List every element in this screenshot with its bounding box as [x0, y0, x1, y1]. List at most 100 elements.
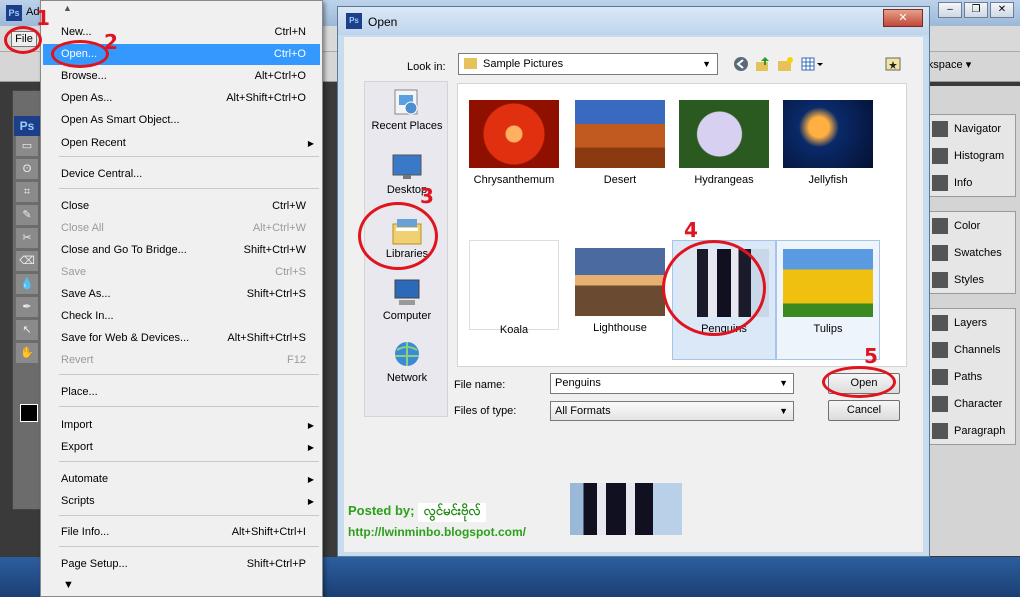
menu-item-shortcut: Ctrl+S	[275, 266, 306, 278]
menu-item-shortcut: Ctrl+O	[273, 48, 306, 60]
menu-item-file-info[interactable]: File Info... Alt+Shift+Ctrl+I	[43, 522, 320, 543]
menu-item-automate[interactable]: Automate ▶	[43, 469, 320, 490]
panel-swatches[interactable]: Swatches	[926, 239, 1015, 266]
back-arrow-icon[interactable]	[732, 56, 750, 74]
bridge-icon[interactable]	[884, 56, 902, 74]
koala-image	[469, 240, 559, 330]
panel-group-navigation: Navigator Histogram Info	[925, 114, 1016, 197]
place-desktop[interactable]: Desktop	[365, 152, 449, 196]
file-name-label: Desert	[603, 174, 637, 186]
new-folder-icon[interactable]	[776, 56, 794, 74]
panel-info[interactable]: Info	[926, 169, 1015, 196]
cancel-button[interactable]: Cancel	[828, 400, 900, 421]
panel-paragraph[interactable]: Paragraph	[926, 417, 1015, 444]
panel-navigator[interactable]: Navigator	[926, 115, 1015, 142]
menu-item-shortcut: Alt+Shift+Ctrl+S	[227, 332, 306, 344]
panel-histogram[interactable]: Histogram	[926, 142, 1015, 169]
styles-icon	[932, 271, 948, 288]
file-type-select[interactable]: All Formats ▼	[550, 401, 794, 421]
menu-item-check-in[interactable]: Check In...	[43, 306, 320, 327]
look-in-select[interactable]: Sample Pictures ▼	[458, 53, 718, 75]
clone-tool-icon[interactable]: ✂	[16, 228, 38, 248]
file-thumbnail[interactable]: Desert	[568, 92, 672, 212]
pen-tool-icon[interactable]: ✒	[16, 297, 38, 317]
window-controls: – ❐ ✕	[938, 2, 1014, 18]
histogram-icon	[932, 147, 948, 164]
file-name-label: Jellyfish	[808, 174, 848, 186]
lighthouse-image	[575, 248, 665, 316]
file-name-label: Chrysanthemum	[473, 174, 555, 186]
menu-item-label: Save for Web & Devices...	[61, 332, 190, 344]
menu-item-label: Export	[61, 441, 93, 453]
file-thumbnail[interactable]: Koala	[462, 240, 566, 360]
chevron-down-icon[interactable]: ▼	[779, 374, 788, 393]
menu-item-open-smart-object[interactable]: Open As Smart Object...	[43, 110, 320, 131]
menu-item-page-setup[interactable]: Page Setup... Shift+Ctrl+P	[43, 554, 320, 575]
menu-item-place[interactable]: Place...	[43, 382, 320, 403]
blur-tool-icon[interactable]: 💧	[16, 274, 38, 294]
menu-item-export[interactable]: Export ▶	[43, 437, 320, 458]
panel-character[interactable]: Character	[926, 390, 1015, 417]
file-thumbnail[interactable]: Hydrangeas	[672, 92, 776, 212]
annotation-number: 3	[420, 184, 434, 208]
menu-item-label: File Info...	[61, 526, 110, 538]
panel-channels[interactable]: Channels	[926, 336, 1015, 363]
menu-item-close-go-to-bridge[interactable]: Close and Go To Bridge... Shift+Ctrl+W	[43, 240, 320, 261]
dialog-close-button[interactable]: ✕	[883, 9, 923, 27]
menu-scroll-down-icon[interactable]: ▼	[63, 579, 74, 591]
jellyfish-image	[783, 100, 873, 168]
place-computer[interactable]: Computer	[365, 278, 449, 322]
menu-item-shortcut: Shift+Ctrl+W	[243, 244, 306, 256]
annotation-number: 2	[104, 30, 118, 54]
menu-separator	[59, 546, 319, 547]
lasso-tool-icon[interactable]: ʘ	[16, 159, 38, 179]
place-recent-places[interactable]: Recent Places	[365, 88, 449, 132]
foreground-color-swatch[interactable]	[20, 404, 38, 422]
file-name-label: Tulips	[813, 323, 843, 335]
penguins-preview-image	[570, 483, 682, 535]
menu-item-device-central[interactable]: Device Central...	[43, 164, 320, 185]
menu-separator	[59, 156, 319, 157]
menu-item-shortcut: Alt+Ctrl+W	[252, 222, 306, 234]
file-thumbnail[interactable]: Chrysanthemum	[462, 92, 566, 212]
folder-icon	[464, 58, 477, 69]
desert-image	[575, 100, 665, 168]
panel-color[interactable]: Color	[926, 212, 1015, 239]
panel-layers[interactable]: Layers	[926, 309, 1015, 336]
watermark-posted-by: Posted by;	[348, 503, 415, 518]
file-thumbnail[interactable]: Jellyfish	[776, 92, 880, 212]
file-thumbnail[interactable]: Tulips	[776, 240, 880, 360]
eraser-tool-icon[interactable]: ⌫	[16, 251, 38, 271]
menu-item-import[interactable]: Import ▶	[43, 415, 320, 436]
file-name-input[interactable]: Penguins ▼	[550, 373, 794, 394]
up-folder-icon[interactable]	[754, 56, 772, 74]
menu-item-close[interactable]: Close Ctrl+W	[43, 196, 320, 217]
close-window-button[interactable]: ✕	[990, 2, 1014, 18]
marquee-tool-icon[interactable]: ▭	[16, 136, 38, 156]
menu-item-scripts[interactable]: Scripts ▶	[43, 491, 320, 512]
menu-item-label: Save	[61, 266, 87, 278]
hydrangeas-image	[679, 100, 769, 168]
menu-separator	[59, 406, 319, 407]
menu-item-save-as[interactable]: Save As... Shift+Ctrl+S	[43, 284, 320, 305]
panel-styles[interactable]: Styles	[926, 266, 1015, 293]
menu-item-label: Device Central...	[61, 168, 143, 180]
maximize-button[interactable]: ❐	[964, 2, 988, 18]
menu-item-save-for-web[interactable]: Save for Web & Devices... Alt+Shift+Ctrl+…	[43, 328, 320, 349]
menu-scroll-up-icon[interactable]: ▲	[63, 3, 72, 13]
view-menu-icon[interactable]	[800, 56, 826, 74]
menu-item-open-as[interactable]: Open As... Alt+Shift+Ctrl+O	[43, 88, 320, 109]
menu-item-browse[interactable]: Browse... Alt+Ctrl+O	[43, 66, 320, 87]
place-network[interactable]: Network	[365, 340, 449, 384]
watermark-author: လွင်မင်းဗိုလ်	[417, 503, 487, 522]
dialog-title: Open	[368, 15, 398, 29]
panel-paths[interactable]: Paths	[926, 363, 1015, 390]
hand-tool-icon[interactable]: ✋	[16, 343, 38, 363]
selection-tool-icon[interactable]: ↖	[16, 320, 38, 340]
menu-item-open-recent[interactable]: Open Recent ▶	[43, 133, 320, 154]
file-thumbnail[interactable]: Lighthouse	[568, 240, 672, 360]
brush-tool-icon[interactable]: ✎	[16, 205, 38, 225]
crop-tool-icon[interactable]: ⌗	[16, 182, 38, 202]
menu-item-label: Page Setup...	[61, 558, 128, 570]
minimize-button[interactable]: –	[938, 2, 962, 18]
